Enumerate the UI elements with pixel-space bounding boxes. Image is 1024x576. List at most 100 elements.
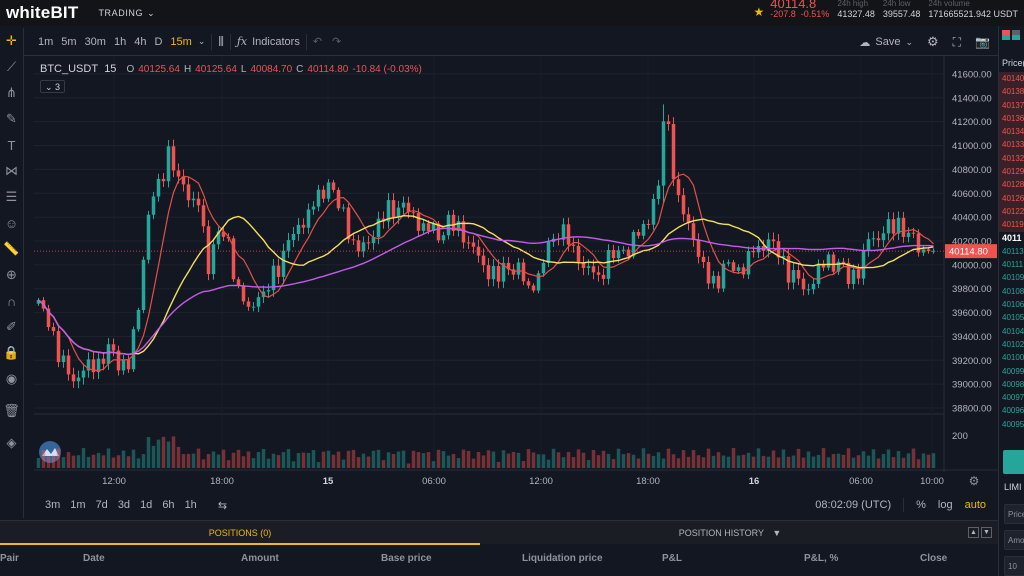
orderbook-bid-row[interactable]: 40099 [999,365,1024,378]
timeframe-d[interactable]: D [150,36,166,48]
trend-line-icon[interactable]: ⟋ [0,54,24,80]
log-toggle[interactable]: log [938,499,953,511]
ruler-icon[interactable]: 📏 [0,236,24,262]
tab-position-history[interactable]: POSITION HISTORY ▼ [560,521,900,545]
range-7d[interactable]: 7d [91,499,113,511]
orderbook-bid-row[interactable]: 40111 [999,258,1024,271]
brush-icon[interactable]: ✎ [0,106,24,132]
col-pnl[interactable]: P&L [662,553,682,564]
orderbook-bid-row[interactable]: 40109 [999,271,1024,284]
orderbook-ask-row[interactable]: 40132 [999,151,1024,166]
limit-tab[interactable]: LIMI [1004,482,1022,492]
settings-gear-icon[interactable]: ⚙ [927,34,939,50]
range-3m[interactable]: 3m [40,499,65,511]
interval-label: 15 [104,63,117,75]
trading-menu[interactable]: TRADING ⌄ [98,8,155,19]
range-6h[interactable]: 6h [157,499,179,511]
timeframe-15m[interactable]: 15m [166,36,195,48]
orderbook-bid-row[interactable]: 40098 [999,378,1024,391]
orderbook-bid-row[interactable]: 40095 [999,418,1024,431]
orderbook-bid-row[interactable]: 40108 [999,285,1024,298]
col-base-price[interactable]: Base price [381,553,432,564]
orderbook-ask-row[interactable]: 40126 [999,191,1024,205]
candle-body [811,283,816,290]
col-liquidation-price[interactable]: Liquidation price [522,553,603,564]
col-date[interactable]: Date [83,553,105,564]
lock-drawing-icon[interactable]: ✐ [0,314,24,340]
orderbook-ask-row[interactable]: 40133 [999,138,1024,152]
pattern-icon[interactable]: ⋈ [0,158,24,184]
utc-clock[interactable]: 08:02:09 (UTC) [815,499,891,511]
col-close[interactable]: Close [920,553,947,564]
orderbook-ask-row[interactable]: 40138 [999,85,1024,99]
orderbook-bid-row[interactable]: 40106 [999,298,1024,311]
timeframe-30m[interactable]: 30m [81,36,110,48]
total-input[interactable]: 10 [1004,556,1024,576]
zoom-in-icon[interactable]: ⊕ [0,262,24,288]
buy-button[interactable] [1003,450,1024,474]
trash-icon[interactable]: 🗑 [0,398,24,424]
tab-positions[interactable]: POSITIONS (0) [0,521,480,545]
orderbook-bid-row[interactable]: 40097 [999,391,1024,404]
magnet-icon[interactable]: ∩ [0,288,24,314]
candle-type-icon[interactable]: ⫴ [218,34,223,50]
orderbook-ask-row[interactable]: 40140 [999,72,1024,86]
col-amount[interactable]: Amount [241,553,279,564]
orderbook-ask-row[interactable]: 40137 [999,98,1024,112]
text-tool-icon[interactable]: T [0,132,24,158]
filter-icon[interactable]: ▼ [772,528,781,538]
timeframe-5m[interactable]: 5m [57,36,80,48]
crosshair-icon[interactable]: ✛ [0,28,24,54]
orderbook-bid-row[interactable]: 40113 [999,245,1024,258]
symbol-name: BTC_USDT [40,63,99,75]
auto-toggle[interactable]: auto [965,499,986,511]
emoji-icon[interactable]: ☺ [0,210,24,236]
orderbook-ask-row[interactable]: 40128 [999,178,1024,192]
expand-icon[interactable]: ▲ [968,527,979,538]
orderbook-both-icon[interactable] [1002,30,1010,40]
range-1h[interactable]: 1h [180,499,202,511]
timeframe-4h[interactable]: 4h [130,36,150,48]
collapse-icon[interactable]: ▼ [981,527,992,538]
lock-icon[interactable]: 🔒 [0,340,24,366]
col-pair[interactable]: Pair [0,553,19,564]
fullscreen-icon[interactable]: ⛶ [953,35,961,50]
amount-input[interactable]: Amo [1004,530,1024,550]
timeframe-1m[interactable]: 1m [34,36,57,48]
redo-icon[interactable]: ↷ [332,35,341,48]
time-tick-label: 10:00 [920,476,944,487]
indicators-button[interactable]: ƒx Indicators [237,35,300,48]
volume-bar [476,452,481,468]
orderbook-bid-row[interactable]: 40096 [999,404,1024,417]
orderbook-bid-row[interactable]: 40100 [999,351,1024,364]
indicator-toggle[interactable]: ⌄ 3 [40,80,66,93]
col-pnl-percent[interactable]: P&L, % [804,553,838,564]
prediction-icon[interactable]: ☰ [0,184,24,210]
price-input[interactable]: Price [1004,504,1024,524]
date-range-icon[interactable]: ⇆ [218,499,227,512]
orderbook-bids-icon[interactable] [1012,30,1020,40]
percent-toggle[interactable]: % [916,499,926,511]
eye-icon[interactable]: ◉ [0,366,24,392]
timeframe-1h[interactable]: 1h [110,36,130,48]
orderbook-ask-row[interactable]: 40119 [999,218,1024,232]
whitebit-logo[interactable]: whiteBIT [6,3,78,23]
pitchfork-icon[interactable]: ⋔ [0,80,24,106]
layers-icon[interactable]: ◈ [0,430,24,456]
orderbook-ask-row[interactable]: 40129 [999,165,1024,179]
orderbook-bid-row[interactable]: 40104 [999,325,1024,338]
range-1m[interactable]: 1m [65,499,90,511]
price-chart[interactable]: 41600.00 41400.00 41200.00 41000.00 40800.00… [34,56,998,492]
save-button[interactable]: ☁ Save ⌄ [859,36,913,49]
chevron-down-icon[interactable]: ⌄ [198,36,206,47]
undo-icon[interactable]: ↶ [313,35,322,48]
orderbook-bid-row[interactable]: 40102 [999,338,1024,351]
orderbook-ask-row[interactable]: 40134 [999,125,1024,139]
favorite-star-icon[interactable]: ★ [753,5,764,19]
range-1d[interactable]: 1d [135,499,157,511]
range-3d[interactable]: 3d [113,499,135,511]
camera-icon[interactable]: 📷 [975,35,990,49]
orderbook-ask-row[interactable]: 40136 [999,111,1024,126]
orderbook-ask-row[interactable]: 40122 [999,204,1024,219]
orderbook-bid-row[interactable]: 40105 [999,311,1024,324]
